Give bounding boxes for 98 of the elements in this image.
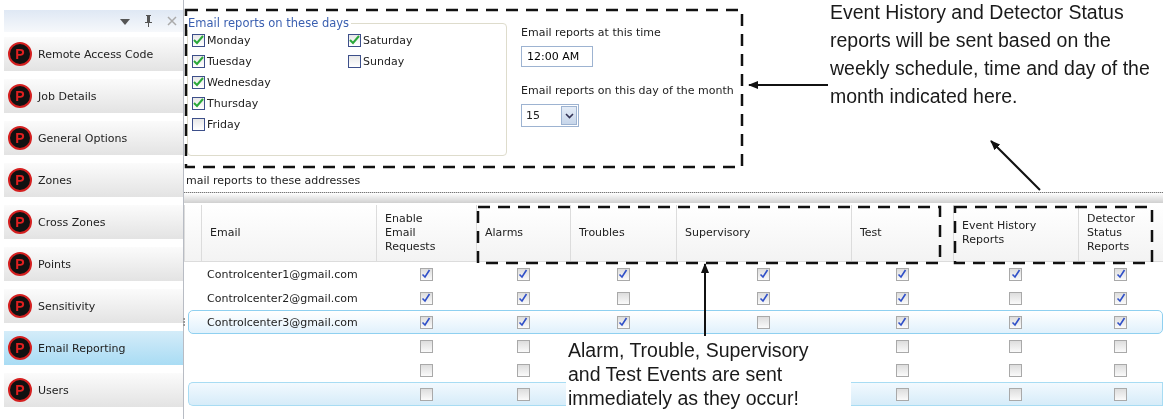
p-logo-icon: P (8, 42, 32, 66)
sidebar-item[interactable]: P General Options (4, 121, 183, 155)
table-checkbox[interactable] (1009, 339, 1022, 353)
day-checkbox[interactable]: Sunday (348, 53, 458, 69)
section-label: mail reports to these addresses (185, 173, 362, 189)
table-checkbox[interactable] (1009, 291, 1022, 305)
column-header[interactable]: Alarms (476, 205, 570, 261)
column-header[interactable]: Test (851, 205, 953, 261)
checkmark-icon (758, 269, 769, 279)
sidebar-item[interactable]: P Points (4, 247, 183, 281)
column-header[interactable]: Troubles (570, 205, 676, 261)
checkmark-icon (1115, 317, 1126, 327)
checkmark-icon (421, 293, 431, 303)
table-checkbox[interactable] (1114, 267, 1127, 281)
column-header[interactable]: Enable Email Requests (376, 205, 476, 261)
dropdown-icon[interactable] (120, 17, 130, 25)
table-checkbox[interactable] (419, 291, 433, 305)
checkmark-icon (193, 98, 204, 108)
checkmark-icon (421, 317, 431, 327)
p-logo-icon: P (8, 210, 32, 234)
table-checkbox[interactable] (1114, 363, 1127, 377)
checkmark-icon (193, 77, 204, 87)
email-cell: Controlcenter2@gmail.com (207, 291, 358, 305)
column-header[interactable]: Supervisory (676, 205, 851, 261)
table-checkbox[interactable] (1009, 363, 1022, 377)
sidebar-item[interactable]: P Sensitivity (4, 289, 183, 323)
table-checkbox[interactable] (616, 291, 630, 305)
checkmark-icon (758, 293, 769, 303)
day-checkbox[interactable]: Tuesday (192, 53, 302, 69)
p-logo-icon: P (8, 126, 32, 150)
checkmark-icon (897, 293, 907, 303)
checkmark-icon (349, 35, 360, 45)
p-logo-icon: P (8, 252, 32, 276)
sidebar-item[interactable]: P Job Details (4, 79, 183, 113)
day-checkbox[interactable]: Friday (192, 116, 302, 132)
checkmark-icon (897, 269, 907, 279)
day-of-month-dropdown[interactable]: 15 (521, 104, 579, 127)
checkmark-icon (518, 269, 528, 279)
table-checkbox[interactable] (516, 339, 530, 353)
table-checkbox[interactable] (516, 267, 530, 281)
table-checkbox[interactable] (757, 291, 770, 305)
p-logo-icon: P (8, 336, 32, 360)
table-checkbox[interactable] (516, 363, 530, 377)
checkmark-icon (518, 317, 528, 327)
column-header[interactable]: Detector Status Reports (1078, 205, 1163, 261)
time-label: Email reports at this time (521, 26, 661, 39)
sidebar-item[interactable]: P Zones (4, 163, 183, 197)
table-checkbox[interactable] (616, 267, 630, 281)
checkmark-icon (193, 35, 204, 45)
table-checkbox[interactable] (1114, 291, 1127, 305)
email-cell: Controlcenter3@gmail.com (207, 315, 358, 329)
checkmark-icon (897, 317, 907, 327)
day-of-month-label: Email reports on this day of the month (521, 84, 734, 97)
table-checkbox[interactable] (895, 339, 909, 353)
table-checkbox[interactable] (1114, 339, 1127, 353)
table-checkbox[interactable] (895, 267, 909, 281)
checkmark-icon (518, 293, 528, 303)
table-checkbox[interactable] (419, 339, 433, 353)
day-checkbox[interactable]: Monday (192, 32, 302, 48)
sidebar-item[interactable]: P Email Reporting (4, 331, 183, 365)
table-checkbox[interactable] (516, 291, 530, 305)
checkmark-icon (1010, 317, 1021, 327)
table-checkbox[interactable] (419, 267, 433, 281)
annotation-text: Event History and Detector Status reports will be sent based on the weekly schedule, time and day of the month indicated here. (830, 0, 1151, 109)
day-checkbox[interactable]: Thursday (192, 95, 302, 111)
sidebar-item[interactable]: P Cross Zones (4, 205, 183, 239)
group-title: Email reports on these days (187, 16, 351, 30)
email-cell: Controlcenter1@gmail.com (207, 267, 358, 281)
row-grip-icon[interactable] (183, 318, 187, 326)
p-logo-icon: P (8, 84, 32, 108)
checkmark-icon (1115, 293, 1126, 303)
checkmark-icon (421, 269, 431, 279)
table-checkbox[interactable] (895, 291, 909, 305)
p-logo-icon: P (8, 378, 32, 402)
splitter-bar[interactable] (184, 192, 1163, 203)
pin-icon[interactable] (144, 15, 153, 27)
close-icon[interactable] (167, 16, 177, 26)
chevron-down-icon (561, 106, 577, 125)
time-field[interactable]: 12:00 AM (521, 46, 593, 67)
table-checkbox[interactable] (1009, 267, 1022, 281)
selected-row-highlight[interactable] (188, 310, 1163, 334)
checkmark-icon (1010, 269, 1021, 279)
checkmark-icon (618, 317, 628, 327)
table-checkbox[interactable] (419, 363, 433, 377)
sidebar-item[interactable]: P Remote Access Code (4, 37, 183, 71)
arrow (990, 140, 1041, 191)
column-header[interactable]: Email (201, 205, 376, 261)
table-checkbox[interactable] (895, 363, 909, 377)
sidebar-item[interactable]: P Users (4, 373, 183, 407)
checkmark-icon (618, 269, 628, 279)
day-checkbox[interactable]: Saturday (348, 32, 458, 48)
p-logo-icon: P (8, 168, 32, 192)
p-logo-icon: P (8, 294, 32, 318)
day-checkbox[interactable]: Wednesday (192, 74, 302, 90)
column-header[interactable]: Event History Reports (953, 205, 1078, 261)
table-checkbox[interactable] (757, 267, 770, 281)
checkmark-icon (1115, 269, 1126, 279)
checkmark-icon (193, 56, 204, 66)
